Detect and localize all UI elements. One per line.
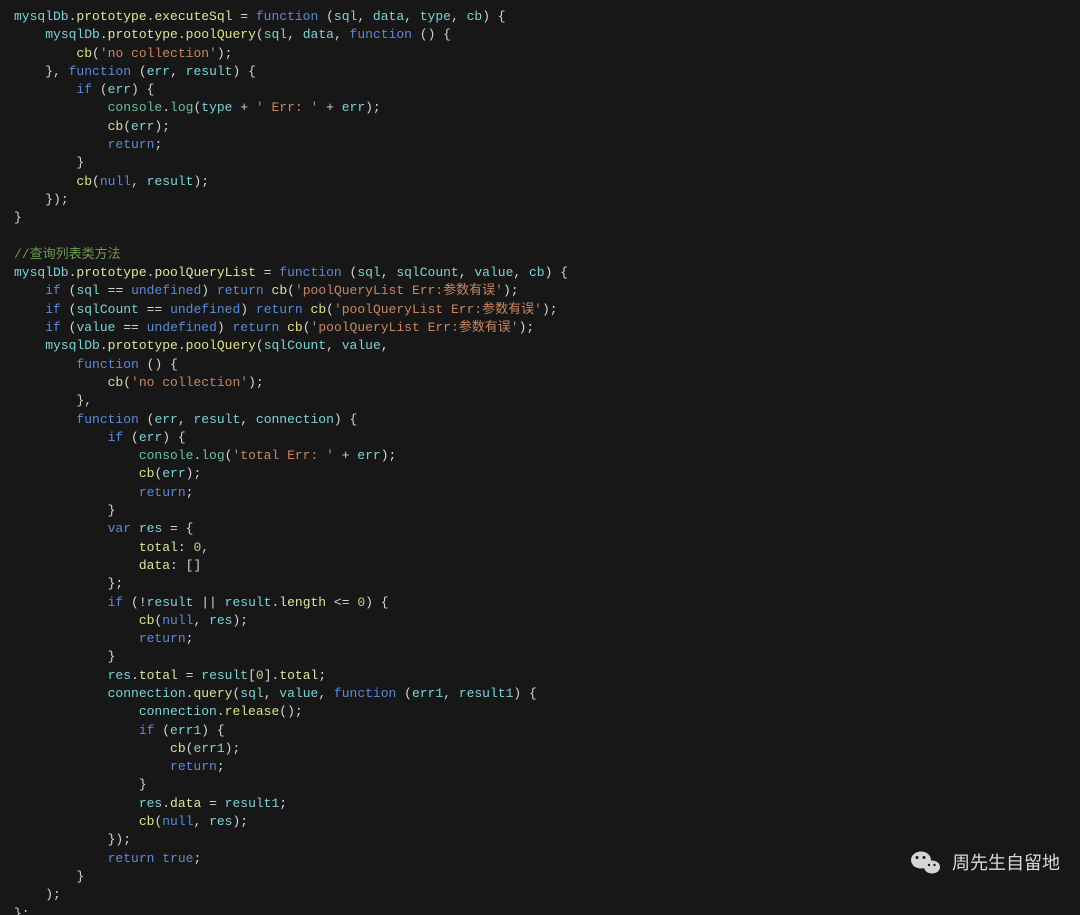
- code-block: mysqlDb.prototype.executeSql = function …: [14, 9, 568, 915]
- watermark: 周先生自留地: [910, 849, 1060, 877]
- code-editor[interactable]: mysqlDb.prototype.executeSql = function …: [0, 0, 1080, 915]
- wechat-icon: [910, 849, 942, 877]
- watermark-label: 周先生自留地: [952, 854, 1060, 872]
